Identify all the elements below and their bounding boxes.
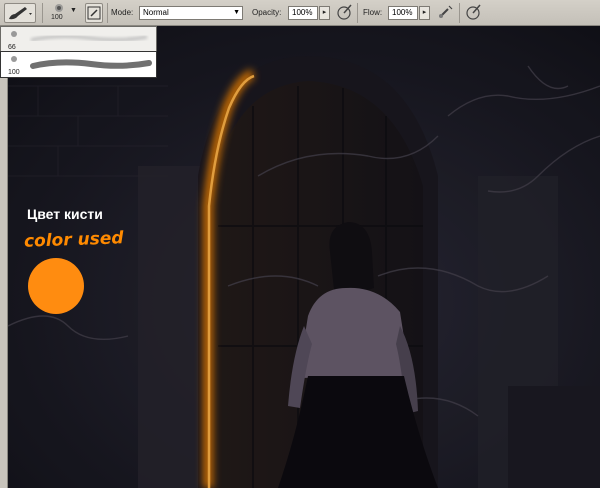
brush-tip-icon xyxy=(11,31,17,37)
brush-preset-100[interactable]: 100 xyxy=(0,51,157,78)
brush-preset-size: 100 xyxy=(8,69,20,76)
separator xyxy=(357,3,358,23)
opacity-value: 100% xyxy=(292,8,313,17)
brush-preset-size: 66 xyxy=(8,44,16,51)
chevron-down-icon: ▼ xyxy=(233,9,240,16)
separator xyxy=(42,3,43,23)
toggle-brush-panel-icon xyxy=(87,6,101,20)
opacity-pressure-button[interactable] xyxy=(336,3,354,23)
brush-color-caption-ru: Цвет кисти xyxy=(27,206,103,222)
brush-preset-66[interactable]: 66 xyxy=(1,27,156,52)
airbrush-icon xyxy=(439,5,453,18)
flow-pressure-button[interactable] xyxy=(465,3,483,23)
flow-label: Flow: xyxy=(363,8,383,17)
document-canvas[interactable]: Цвет кисти color used xyxy=(8,26,600,488)
separator xyxy=(459,3,460,23)
tablet-pressure-icon xyxy=(337,4,352,20)
brush-size-picker[interactable]: 100 ▼ xyxy=(48,3,78,23)
brush-icon xyxy=(9,7,32,20)
brush-size-value: 100 xyxy=(51,14,63,21)
brush-tool-preset-picker[interactable] xyxy=(4,3,36,23)
mode-select[interactable]: Normal ▼ xyxy=(139,6,243,20)
scene-artwork xyxy=(8,26,600,488)
options-bar: 100 ▼ Mode: Normal ▼ Opacity: 100% ▸ Flo… xyxy=(0,0,600,26)
brush-stroke-preview xyxy=(30,59,152,69)
tablet-pressure-icon xyxy=(466,4,481,20)
separator xyxy=(107,3,108,23)
flow-value: 100% xyxy=(392,8,413,17)
airbrush-button[interactable] xyxy=(437,3,455,23)
opacity-slider-button[interactable]: ▸ xyxy=(319,6,330,20)
flow-slider-button[interactable]: ▸ xyxy=(419,6,430,20)
vertical-ruler xyxy=(0,26,8,488)
brush-color-swatch xyxy=(28,258,84,314)
mode-label: Mode: xyxy=(111,8,134,17)
flow-input[interactable]: 100% xyxy=(388,6,418,20)
brush-color-caption-en: color used xyxy=(23,228,124,252)
opacity-label: Opacity: xyxy=(252,8,282,17)
brush-stroke-preview xyxy=(30,34,148,42)
opacity-input[interactable]: 100% xyxy=(288,6,318,20)
brush-tip-icon xyxy=(11,56,17,62)
chevron-down-icon: ▼ xyxy=(70,7,77,14)
brush-preset-panel: 66 100 xyxy=(0,26,157,78)
toggle-brush-panel-button[interactable] xyxy=(85,3,103,23)
mode-value: Normal xyxy=(143,8,169,17)
